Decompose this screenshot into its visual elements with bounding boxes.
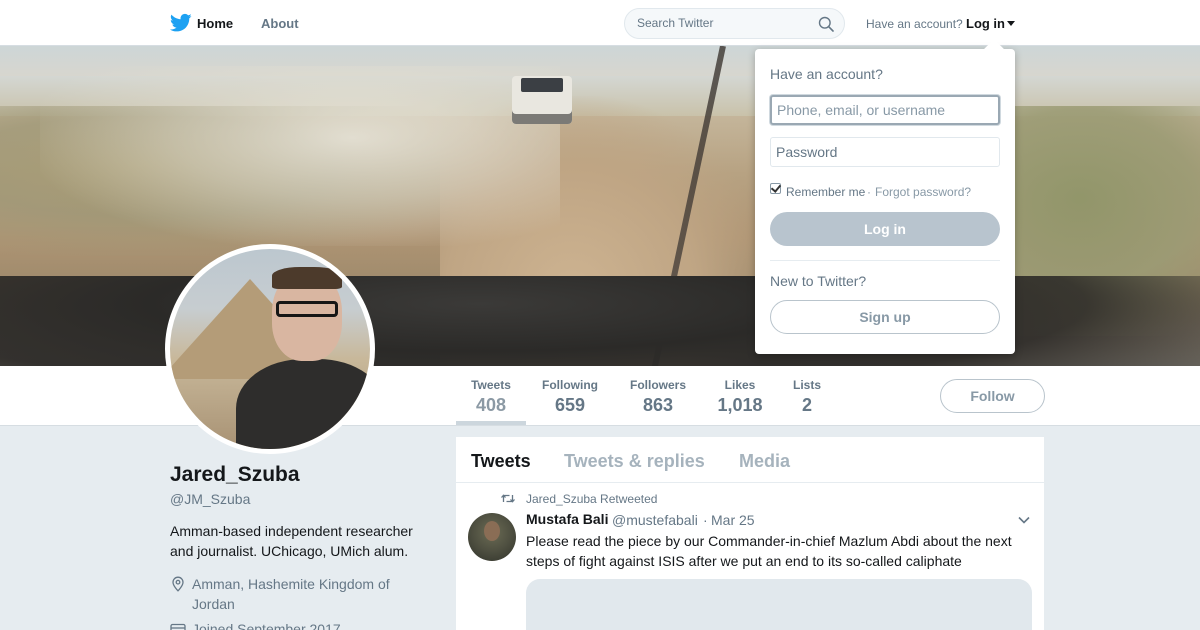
have-account-label: Have an account? bbox=[866, 17, 963, 31]
remember-me-checkbox[interactable] bbox=[770, 183, 781, 194]
tweet-date[interactable]: Mar 25 bbox=[711, 512, 755, 528]
active-tab-underline bbox=[456, 421, 526, 425]
remember-me-label[interactable]: Remember me bbox=[786, 185, 865, 199]
tab-media[interactable]: Media bbox=[739, 451, 790, 472]
separator: · bbox=[867, 185, 871, 199]
stat-tweets[interactable]: Tweets 408 bbox=[466, 378, 516, 416]
search-input[interactable] bbox=[637, 16, 807, 30]
tweet-link-card[interactable] bbox=[526, 579, 1032, 630]
stat-label: Likes bbox=[724, 378, 756, 392]
caret-down-icon[interactable] bbox=[1007, 21, 1015, 26]
timeline-tabs: Tweets Tweets & replies Media bbox=[456, 437, 1044, 483]
stat-followers[interactable]: Followers 863 bbox=[626, 378, 690, 416]
stat-value: 408 bbox=[475, 395, 507, 415]
search-icon[interactable] bbox=[818, 16, 834, 32]
dropdown-title: Have an account? bbox=[770, 66, 883, 82]
chevron-down-icon[interactable] bbox=[1018, 516, 1030, 524]
nav-home-link[interactable]: Home bbox=[197, 16, 233, 31]
profile-avatar[interactable] bbox=[165, 244, 375, 454]
profile-name[interactable]: Jared_Szuba bbox=[170, 463, 300, 487]
stat-label: Tweets bbox=[471, 378, 511, 392]
search-box[interactable] bbox=[624, 8, 845, 39]
stat-label: Following bbox=[542, 378, 598, 392]
tweet-author-avatar[interactable] bbox=[468, 513, 516, 561]
login-dropdown: Have an account? Remember me · Forgot pa… bbox=[755, 49, 1015, 354]
tweet-separator: · bbox=[703, 512, 708, 528]
password-field[interactable] bbox=[770, 137, 1000, 167]
calendar-icon bbox=[170, 623, 186, 630]
tab-tweets-and-replies[interactable]: Tweets & replies bbox=[564, 451, 705, 472]
stat-label: Lists bbox=[792, 378, 821, 392]
new-to-twitter-label: New to Twitter? bbox=[770, 273, 867, 289]
retweet-context[interactable]: Jared_Szuba Retweeted bbox=[526, 492, 657, 506]
forgot-password-link[interactable]: Forgot password? bbox=[875, 185, 971, 199]
stat-following[interactable]: Following 659 bbox=[538, 378, 602, 416]
profile-location: Amman, Hashemite Kingdom of Jordan bbox=[192, 576, 390, 612]
truck-image bbox=[512, 76, 572, 124]
stat-lists[interactable]: Lists 2 bbox=[788, 378, 826, 416]
nav-about-link[interactable]: About bbox=[261, 16, 299, 31]
tab-tweets[interactable]: Tweets bbox=[471, 451, 531, 472]
follow-button[interactable]: Follow bbox=[940, 379, 1045, 413]
tweet-author-handle[interactable]: @mustefabali bbox=[612, 512, 698, 528]
location-pin-icon bbox=[172, 576, 184, 592]
signup-button[interactable]: Sign up bbox=[770, 300, 1000, 334]
profile-joined: Joined September 2017 bbox=[192, 621, 341, 630]
stat-label: Followers bbox=[629, 378, 686, 392]
profile-handle[interactable]: @JM_Szuba bbox=[170, 491, 250, 507]
username-field[interactable] bbox=[770, 95, 1000, 125]
twitter-bird-icon[interactable] bbox=[170, 13, 192, 33]
stat-value: 659 bbox=[554, 395, 586, 415]
tweet-text: Please read the piece by our Commander-i… bbox=[526, 533, 1012, 569]
stat-value: 863 bbox=[642, 395, 674, 415]
login-button[interactable]: Log in bbox=[770, 212, 1000, 246]
top-navigation: Home About Have an account? Log in bbox=[0, 0, 1200, 46]
retweet-icon bbox=[501, 494, 515, 503]
stat-likes[interactable]: Likes 1,018 bbox=[712, 378, 768, 416]
login-dropdown-toggle[interactable]: Log in bbox=[966, 16, 1005, 31]
tweet-author-name[interactable]: Mustafa Bali bbox=[526, 511, 608, 527]
stat-value: 2 bbox=[801, 395, 812, 415]
profile-bio: Amman-based independent researcher and j… bbox=[170, 523, 413, 559]
stat-value: 1,018 bbox=[717, 395, 763, 415]
divider bbox=[770, 260, 1000, 261]
timeline: Tweets Tweets & replies Media Jared_Szub… bbox=[456, 437, 1044, 630]
